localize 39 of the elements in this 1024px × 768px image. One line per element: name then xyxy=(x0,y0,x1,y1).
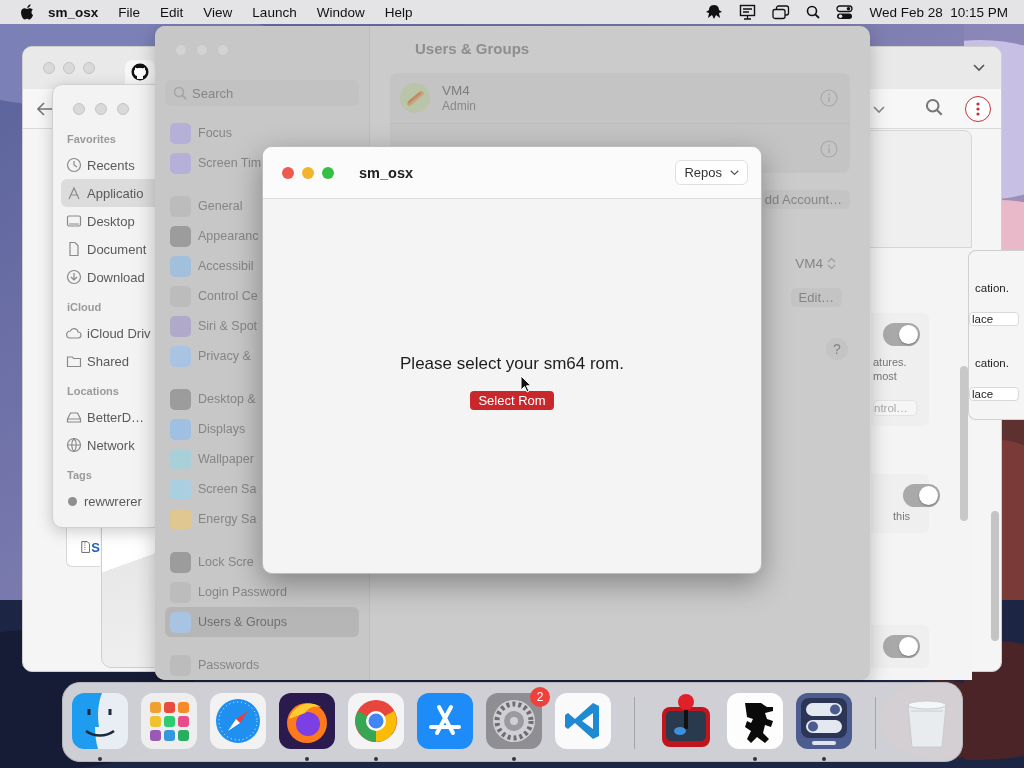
sidebar-item[interactable]: BetterD… xyxy=(61,403,155,431)
sidebar-item[interactable]: Applicatio xyxy=(61,179,155,207)
sidebar-item[interactable]: Shared xyxy=(61,347,155,375)
description-text: cation. xyxy=(975,356,1009,370)
sidebar-heading: iCloud xyxy=(67,301,103,315)
description-text: cation. xyxy=(975,281,1009,295)
sidebar-item[interactable]: Download xyxy=(61,263,155,291)
menu-item[interactable]: File xyxy=(108,4,151,20)
menu-item[interactable]: Edit xyxy=(150,4,194,20)
menu-item[interactable]: View xyxy=(193,4,243,20)
text-field[interactable]: lace xyxy=(969,387,1019,401)
description-text: this xyxy=(893,509,911,523)
user-name: VM4 xyxy=(442,83,471,99)
prompt-text: Please select your sm64 rom. xyxy=(400,354,624,374)
app-menu[interactable]: sm_osx xyxy=(34,4,109,20)
description-text: atures. xyxy=(873,355,907,369)
sidebar-item[interactable]: Desktop xyxy=(61,207,155,235)
sidebar-heading: Favorites xyxy=(67,133,117,147)
menu-item[interactable]: Window xyxy=(306,4,375,20)
sidebar-item[interactable]: Network xyxy=(61,431,155,459)
search-field[interactable]: Search xyxy=(165,80,359,106)
menu-item[interactable]: Help xyxy=(374,4,423,20)
select-rom-button[interactable]: Select Rom xyxy=(470,391,554,410)
description-text: most xyxy=(873,369,897,383)
user-role: Admin xyxy=(442,99,476,113)
sidebar-heading: Tags xyxy=(67,469,93,483)
sidebar-item[interactable]: Recents xyxy=(61,151,155,179)
text-field[interactable]: lace xyxy=(969,312,1019,326)
menu-clock[interactable]: Wed Feb 28 10:15 PM xyxy=(869,4,1008,20)
sidebar-item[interactable]: Document xyxy=(61,235,155,263)
pane-title: Users & Groups xyxy=(415,40,531,57)
sidebar-item[interactable]: iCloud Driv xyxy=(61,319,155,347)
sidebar-heading: Locations xyxy=(67,385,120,399)
repos-menu[interactable]: Repos xyxy=(675,160,748,185)
menu-item[interactable]: Launch xyxy=(242,4,307,20)
window-title: sm_osx xyxy=(359,164,413,181)
sidebar-item[interactable]: rewwrerer xyxy=(61,487,155,515)
archive-item[interactable]: S xyxy=(66,527,100,567)
notification-badge: 2 xyxy=(530,687,550,707)
